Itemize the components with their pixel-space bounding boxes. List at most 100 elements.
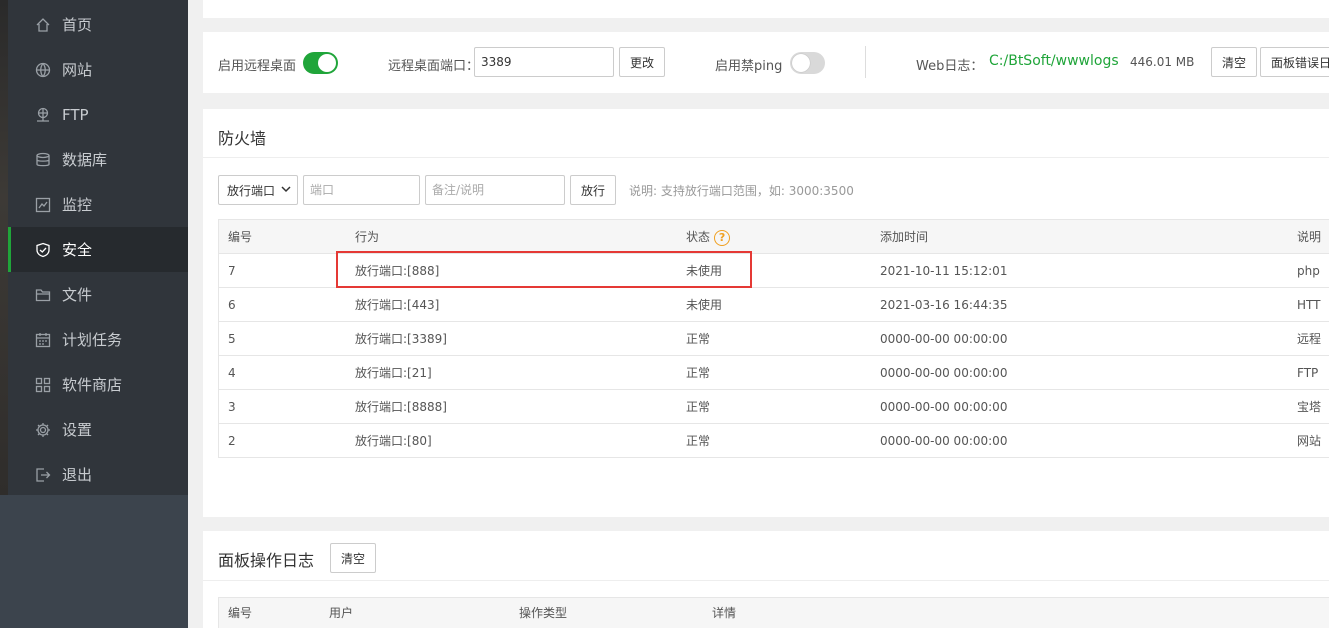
- gear-icon: [35, 422, 51, 438]
- row-time: 2021-10-11 15:12:01: [880, 264, 1008, 278]
- sidebar-edge: [0, 0, 8, 495]
- divider: [203, 157, 1329, 158]
- top-panel: [203, 0, 1329, 18]
- sidebar-item-label: 软件商店: [62, 376, 123, 394]
- toggle-knob: [792, 54, 810, 72]
- weblog-size: 446.01 MB: [1130, 55, 1195, 69]
- divider: [865, 46, 866, 78]
- sidebar-item-settings[interactable]: 设置: [8, 407, 188, 452]
- change-port-button[interactable]: 更改: [619, 47, 665, 77]
- chevron-down-icon: [281, 183, 291, 197]
- sidebar-item-label: 数据库: [62, 151, 108, 169]
- sidebar-item-database[interactable]: 数据库: [8, 137, 188, 182]
- row-status: 正常: [686, 400, 711, 414]
- row-time: 0000-00-00 00:00:00: [880, 366, 1008, 380]
- sidebar-item-label: 计划任务: [62, 331, 123, 349]
- divider: [203, 580, 1329, 581]
- header-action: 行为: [355, 230, 380, 244]
- sidebar-item-label: 设置: [62, 421, 93, 439]
- monitor-icon: [35, 197, 51, 213]
- row-action: 放行端口:[80]: [355, 434, 432, 448]
- row-status: 未使用: [686, 298, 723, 312]
- table-row: 7 放行端口:[888] 未使用 2021-10-11 15:12:01 php: [219, 254, 1329, 288]
- calendar-icon: [35, 332, 51, 348]
- globe-icon: [35, 62, 51, 78]
- table-header: 编号 行为 状态? 添加时间 说明: [219, 220, 1329, 254]
- rule-type-value: 放行端口: [227, 183, 276, 198]
- header-id: 编号: [228, 230, 253, 244]
- note-input[interactable]: [425, 175, 565, 205]
- sidebar-item-home[interactable]: 首页: [8, 2, 188, 47]
- ping-label: 启用禁ping: [715, 59, 783, 74]
- clear-log-button[interactable]: 清空: [330, 543, 376, 573]
- sidebar-item-monitor[interactable]: 监控: [8, 182, 188, 227]
- remote-desktop-toggle[interactable]: [303, 52, 338, 74]
- remote-desktop-label: 启用远程桌面: [218, 59, 297, 74]
- row-time: 0000-00-00 00:00:00: [880, 332, 1008, 346]
- header-id: 编号: [228, 606, 253, 620]
- table-row: 2 放行端口:[80] 正常 0000-00-00 00:00:00 网站: [219, 424, 1329, 458]
- header-status: 状态?: [686, 220, 731, 254]
- row-id: 7: [228, 264, 236, 278]
- table-row: 3 放行端口:[8888] 正常 0000-00-00 00:00:00 宝塔: [219, 390, 1329, 424]
- panel-error-log-button[interactable]: 面板错误日: [1260, 47, 1329, 77]
- sidebar-item-label: FTP: [62, 105, 89, 124]
- header-status-label: 状态: [686, 230, 711, 244]
- row-status: 正常: [686, 366, 711, 380]
- sidebar-item-security[interactable]: 安全: [8, 227, 188, 272]
- allow-port-button[interactable]: 放行: [570, 175, 616, 205]
- row-note: HTT: [1297, 298, 1321, 312]
- firewall-table: 编号 行为 状态? 添加时间 说明 7 放行端口:[888] 未使用 2021-…: [218, 219, 1329, 458]
- row-action: 放行端口:[21]: [355, 366, 432, 380]
- row-id: 5: [228, 332, 236, 346]
- sidebar-item-label: 首页: [62, 16, 93, 34]
- table-row: 4 放行端口:[21] 正常 0000-00-00 00:00:00 FTP: [219, 356, 1329, 390]
- row-status: 正常: [686, 434, 711, 448]
- row-note: FTP: [1297, 366, 1319, 380]
- logout-icon: [35, 467, 51, 483]
- rule-type-select[interactable]: 放行端口: [218, 175, 298, 205]
- sidebar-item-label: 安全: [62, 241, 93, 259]
- header-user: 用户: [329, 606, 354, 620]
- database-icon: [35, 152, 51, 168]
- table-row: 5 放行端口:[3389] 正常 0000-00-00 00:00:00 远程: [219, 322, 1329, 356]
- row-note: 远程: [1297, 332, 1322, 346]
- clear-weblog-button[interactable]: 清空: [1211, 47, 1257, 77]
- log-title: 面板操作日志: [218, 551, 315, 570]
- row-time: 2021-03-16 16:44:35: [880, 298, 1008, 312]
- remote-port-input[interactable]: [474, 47, 614, 77]
- log-table-header: 编号 用户 操作类型 详情: [218, 597, 1329, 628]
- weblog-path-link[interactable]: C:/BtSoft/wwwlogs: [989, 53, 1119, 69]
- sidebar-item-label: 网站: [62, 61, 93, 79]
- row-time: 0000-00-00 00:00:00: [880, 400, 1008, 414]
- shield-icon: [35, 242, 51, 258]
- ftp-icon: [35, 107, 51, 123]
- header-detail: 详情: [712, 606, 737, 620]
- firewall-hint: 说明: 支持放行端口范围，如: 3000:3500: [629, 184, 854, 198]
- row-note: php: [1297, 264, 1320, 278]
- sidebar-item-store[interactable]: 软件商店: [8, 362, 188, 407]
- help-icon[interactable]: ?: [714, 229, 731, 246]
- row-id: 2: [228, 434, 236, 448]
- sidebar-item-ftp[interactable]: FTP: [8, 92, 188, 137]
- settings-bar: 启用远程桌面 远程桌面端口： 更改 启用禁ping Web日志： C:/BtSo…: [203, 32, 1329, 93]
- sidebar-item-files[interactable]: 文件: [8, 272, 188, 317]
- sidebar-item-logout[interactable]: 退出: [8, 452, 188, 497]
- firewall-title: 防火墙: [218, 129, 267, 148]
- home-icon: [35, 17, 51, 33]
- port-input[interactable]: [303, 175, 420, 205]
- sidebar-item-label: 退出: [62, 466, 93, 484]
- toggle-knob: [318, 54, 336, 72]
- row-time: 0000-00-00 00:00:00: [880, 434, 1008, 448]
- ping-toggle[interactable]: [790, 52, 825, 74]
- grid-icon: [35, 377, 51, 393]
- sidebar-item-label: 文件: [62, 286, 93, 304]
- row-note: 网站: [1297, 434, 1322, 448]
- operation-log-panel: 面板操作日志 清空 编号 用户 操作类型 详情: [203, 531, 1329, 628]
- folder-icon: [35, 287, 51, 303]
- header-time: 添加时间: [880, 230, 929, 244]
- row-note: 宝塔: [1297, 400, 1322, 414]
- sidebar-item-label: 监控: [62, 196, 93, 214]
- sidebar-item-cron[interactable]: 计划任务: [8, 317, 188, 362]
- sidebar-item-website[interactable]: 网站: [8, 47, 188, 92]
